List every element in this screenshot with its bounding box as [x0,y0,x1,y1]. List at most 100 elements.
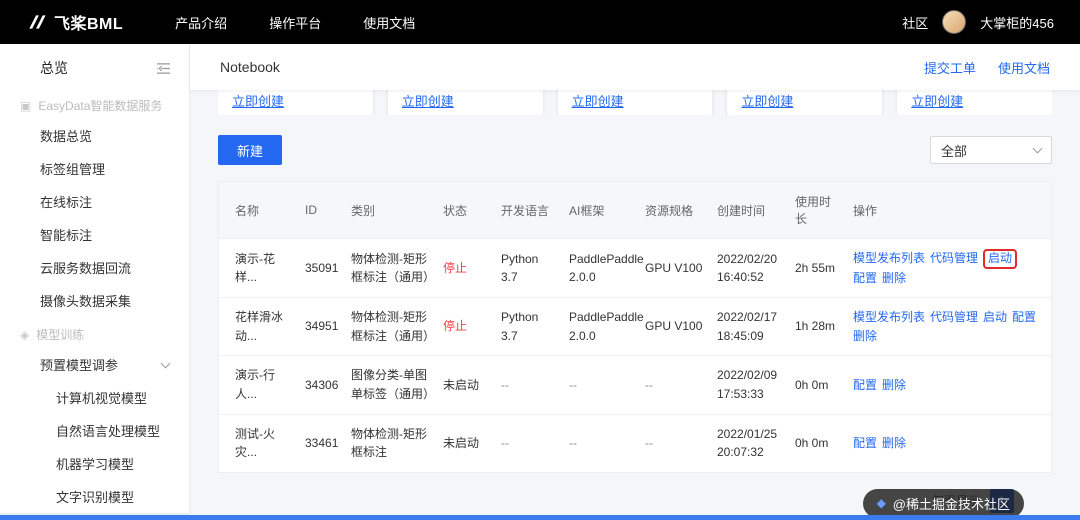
cell-id: 35091 [299,237,345,298]
navbar-right: 社区 大掌柜的456 [902,10,1054,34]
table-row: 花样滑冰动... 34951 物体检测-矩形框标注（通用） 停止 Python … [219,297,1051,356]
create-card: 立即创建 [727,90,883,115]
sidebar-item-label-group[interactable]: 标签组管理 [0,152,189,185]
col-framework: AI框架 [563,182,639,239]
action-start[interactable]: 启动 [983,310,1007,324]
col-actions: 操作 [847,182,1051,239]
action-config[interactable]: 配置 [853,378,877,392]
training-group-label: 模型训练 [36,328,85,342]
sidebar-item-ml-model[interactable]: 机器学习模型 [0,447,189,480]
sidebar-item-cv-model[interactable]: 计算机视觉模型 [0,381,189,414]
annotation-highlight-box: 启动 [983,249,1018,269]
brand-logo[interactable]: 飞桨BML [26,10,123,34]
col-duration: 使用时长 [789,182,847,239]
sidebar-group-training: ◈ 模型训练 [0,317,189,348]
cell-language: -- [495,413,563,472]
sidebar-item-overview[interactable]: 总览 [40,58,68,78]
cell-name: 演示-花样... [219,237,299,298]
create-now-link[interactable]: 立即创建 [232,91,284,110]
status-badge: 未启动 [437,413,495,472]
cell-framework: -- [563,413,639,472]
action-delete[interactable]: 删除 [853,329,877,343]
docs-link[interactable]: 使用文档 [998,58,1050,77]
cell-created: 2022/02/20 16:40:52 [711,237,789,298]
action-code-manage[interactable]: 代码管理 [930,251,978,265]
action-config[interactable]: 配置 [853,271,877,285]
table-row: 演示-花样... 35091 物体检测-矩形框标注（通用） 停止 Python … [219,237,1051,298]
content-area: 立即创建 立即创建 立即创建 立即创建 立即创建 新建 全部 名称 ID 类别 … [190,90,1080,520]
action-delete[interactable]: 删除 [882,271,906,285]
create-now-link[interactable]: 立即创建 [911,91,963,110]
sidebar-item-camera-collection[interactable]: 摄像头数据采集 [0,284,189,317]
sidebar-item-smart-annotation[interactable]: 智能标注 [0,218,189,251]
chevron-down-icon [1032,143,1043,154]
sidebar-item-ocr-model[interactable]: 文字识别模型 [0,480,189,513]
cell-actions: 配置 删除 [847,355,1051,415]
table-row: 测试-火灾... 33461 物体检测-矩形框标注 未启动 -- -- -- 2… [219,413,1051,472]
cell-spec: GPU V100 [639,237,711,298]
action-start[interactable]: 启动 [988,251,1012,265]
create-card: 立即创建 [897,90,1052,115]
nav-item-platform[interactable]: 操作平台 [269,13,321,32]
action-config[interactable]: 配置 [853,436,877,450]
status-badge: 停止 [437,297,495,356]
filter-value: 全部 [941,143,968,159]
sidebar-item-online-annotation[interactable]: 在线标注 [0,185,189,218]
main-nav: 产品介绍 操作平台 使用文档 [175,13,415,32]
col-category: 类别 [345,182,437,239]
create-card: 立即创建 [557,90,713,115]
submit-ticket-link[interactable]: 提交工单 [924,58,976,77]
sidebar-item-preset-tuning[interactable]: 预置模型调参 [0,348,189,381]
sidebar-item-nlp-model[interactable]: 自然语言处理模型 [0,414,189,447]
juejin-gem-icon: ◆ [876,496,886,511]
cell-created: 2022/02/09 17:53:33 [711,355,789,415]
create-now-link[interactable]: 立即创建 [402,91,454,110]
cell-duration: 0h 0m [789,413,847,472]
filter-dropdown[interactable]: 全部 [930,136,1052,164]
window-bottom-bar [0,515,1080,520]
notebook-table: 名称 ID 类别 状态 开发语言 AI框架 资源规格 创建时间 使用时长 操作 [219,182,1051,472]
cell-framework: -- [563,355,639,415]
create-now-link[interactable]: 立即创建 [572,91,624,110]
cell-category: 物体检测-矩形框标注（通用） [345,297,437,356]
easydata-group-label: EasyData智能数据服务 [38,99,163,113]
preset-tuning-label: 预置模型调参 [40,358,119,373]
cell-name: 测试-火灾... [219,413,299,472]
action-delete[interactable]: 删除 [882,378,906,392]
sidebar-item-cloud-data-reflow[interactable]: 云服务数据回流 [0,251,189,284]
cell-category: 图像分类-单图单标签（通用） [345,355,437,415]
cell-created: 2022/02/17 18:45:09 [711,297,789,356]
col-spec: 资源规格 [639,182,711,239]
create-now-link[interactable]: 立即创建 [741,91,793,110]
sidebar-group-easydata: ▣ EasyData智能数据服务 [0,88,189,119]
action-delete[interactable]: 删除 [882,436,906,450]
top-navbar: 飞桨BML 产品介绍 操作平台 使用文档 社区 大掌柜的456 [0,0,1080,44]
username-label[interactable]: 大掌柜的456 [980,13,1054,32]
col-language: 开发语言 [495,182,563,239]
table-header-row: 名称 ID 类别 状态 开发语言 AI框架 资源规格 创建时间 使用时长 操作 [219,182,1051,239]
action-model-publish-list[interactable]: 模型发布列表 [853,251,925,265]
cell-language: Python 3.7 [495,297,563,356]
action-config[interactable]: 配置 [1012,310,1036,324]
new-button[interactable]: 新建 [218,135,282,165]
nav-community-link[interactable]: 社区 [902,13,928,32]
cell-category: 物体检测-矩形框标注 [345,413,437,472]
cell-name: 花样滑冰动... [219,297,299,356]
sidebar-collapse-icon[interactable] [156,62,171,75]
col-status: 状态 [437,182,495,239]
cell-language: -- [495,355,563,415]
action-code-manage[interactable]: 代码管理 [930,310,978,324]
chevron-down-icon [160,358,171,368]
table-row: 演示-行人... 34306 图像分类-单图单标签（通用） 未启动 -- -- … [219,355,1051,415]
watermark-badge: ◆ @稀土掘金技术社区 [862,488,1024,518]
brand-name: 飞桨BML [54,16,124,33]
status-badge: 未启动 [437,355,495,415]
cell-id: 33461 [299,413,345,472]
cell-duration: 2h 55m [789,237,847,298]
user-avatar[interactable] [942,10,967,34]
cell-actions: 配置 删除 [847,413,1051,472]
nav-item-product[interactable]: 产品介绍 [175,13,227,32]
sidebar-item-data-overview[interactable]: 数据总览 [0,119,189,152]
action-model-publish-list[interactable]: 模型发布列表 [853,310,925,324]
nav-item-docs[interactable]: 使用文档 [363,13,415,32]
